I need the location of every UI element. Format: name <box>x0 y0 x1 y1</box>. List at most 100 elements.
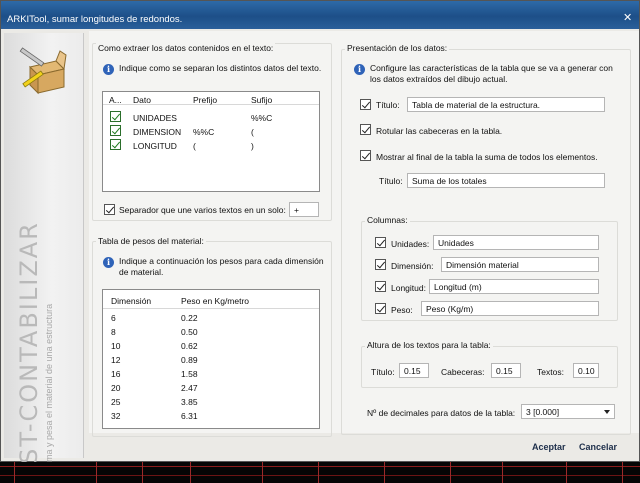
altura-group-title: Altura de los textos para la tabla: <box>365 340 493 350</box>
info-icon: i <box>103 64 114 75</box>
weights-table-header: Dimensión Peso en Kg/metro <box>103 290 319 309</box>
table-cell[interactable]: 2.47 <box>181 383 198 393</box>
titulo-label: Título: <box>376 100 400 110</box>
altura-cabeceras-input[interactable]: 0.15 <box>491 363 521 378</box>
unidades-label: Unidades: <box>391 239 430 249</box>
table-cell[interactable]: 6.31 <box>181 411 198 421</box>
separator-input[interactable]: + <box>289 202 319 217</box>
table-cell[interactable]: 1.58 <box>181 369 198 379</box>
table-cell[interactable]: 0.22 <box>181 313 198 323</box>
extract-info: i Indique como se separan los distintos … <box>103 63 325 75</box>
mostrar-suma-label: Mostrar al final de la tabla la suma de … <box>376 152 598 162</box>
drawing-line <box>142 462 143 483</box>
table-cell[interactable]: %%C <box>193 127 214 137</box>
altura-cabeceras-label: Cabeceras: <box>441 367 485 377</box>
table-cell[interactable]: 0.89 <box>181 355 198 365</box>
altura-titulo-label: Título: <box>371 367 395 377</box>
table-cell[interactable]: 16 <box>111 369 120 379</box>
table-cell[interactable]: ( <box>251 127 254 137</box>
sidebar-brand: EST-CONTABILIZAR <box>15 221 43 481</box>
weights-info: i Indique a continuación los pesos para … <box>103 256 325 278</box>
presentation-group-title: Presentación de los datos: <box>345 43 450 53</box>
column-header[interactable]: Dato <box>133 95 151 105</box>
weights-info-text: Indique a continuación los pesos para ca… <box>119 256 324 277</box>
close-icon[interactable]: ✕ <box>623 13 633 24</box>
box-tools-logo-icon <box>19 47 67 95</box>
window-title: ARKITool, sumar longitudes de redondos. <box>7 14 183 25</box>
row-enabled-checkbox[interactable] <box>110 125 121 136</box>
presentation-info-text: Configure las características de la tabl… <box>370 63 613 84</box>
table-cell[interactable]: LONGITUD <box>133 141 177 151</box>
titulo-checkbox[interactable] <box>360 99 371 110</box>
column-header[interactable]: Sufijo <box>251 95 272 105</box>
decimales-value: 3 [0.000] <box>526 407 560 417</box>
cancel-button[interactable]: Cancelar <box>579 442 617 452</box>
dimension-checkbox[interactable] <box>375 259 386 270</box>
extract-table-header: A... Dato Prefijo Sufijo <box>103 92 319 105</box>
extract-table[interactable]: A... Dato Prefijo Sufijo UNIDADES %%C DI… <box>102 91 320 192</box>
info-icon: i <box>354 64 365 75</box>
peso-checkbox[interactable] <box>375 303 386 314</box>
table-cell[interactable]: ) <box>251 141 254 151</box>
longitud-input[interactable]: Longitud (m) <box>429 279 599 294</box>
drawing-line <box>566 462 567 483</box>
unidades-input[interactable]: Unidades <box>433 235 599 250</box>
sidebar-tagline: Suma y pesa el material de una estructur… <box>44 303 54 473</box>
table-cell[interactable]: 12 <box>111 355 120 365</box>
drawing-line <box>318 462 319 483</box>
table-cell[interactable]: 25 <box>111 397 120 407</box>
altura-titulo-input[interactable]: 0.15 <box>399 363 429 378</box>
dialog-window: ARKITool, sumar longitudes de redondos. … <box>0 0 640 481</box>
row-enabled-checkbox[interactable] <box>110 111 121 122</box>
table-cell[interactable]: UNIDADES <box>133 113 177 123</box>
decimales-select[interactable]: 3 [0.000] <box>521 404 615 419</box>
column-header[interactable]: A... <box>109 95 122 105</box>
chevron-down-icon[interactable] <box>604 410 610 414</box>
drawing-line <box>14 462 15 483</box>
longitud-checkbox[interactable] <box>375 281 386 292</box>
table-cell[interactable]: 32 <box>111 411 120 421</box>
table-cell[interactable]: DIMENSION <box>133 127 181 137</box>
table-cell[interactable]: 6 <box>111 313 116 323</box>
table-cell[interactable]: %%C <box>251 113 272 123</box>
altura-textos-input[interactable]: 0.10 <box>573 363 599 378</box>
unidades-checkbox[interactable] <box>375 237 386 248</box>
rotular-checkbox[interactable] <box>360 124 371 135</box>
table-cell[interactable]: 3.85 <box>181 397 198 407</box>
drawing-line <box>384 462 385 483</box>
table-cell[interactable]: ( <box>193 141 196 151</box>
dimension-input[interactable]: Dimensión material <box>441 257 599 272</box>
table-cell[interactable]: 8 <box>111 327 116 337</box>
sidebar-banner: EST-CONTABILIZAR Suma y pesa el material… <box>4 33 84 481</box>
drawing-line <box>96 462 97 483</box>
drawing-line <box>622 462 623 483</box>
column-header[interactable]: Peso en Kg/metro <box>181 296 249 306</box>
weights-group-title: Tabla de pesos del material: <box>96 236 206 246</box>
row-enabled-checkbox[interactable] <box>110 139 121 150</box>
drawing-line <box>502 462 503 483</box>
rotular-label: Rotular las cabeceras en la tabla. <box>376 126 503 136</box>
table-cell[interactable]: 10 <box>111 341 120 351</box>
drawing-line <box>450 462 451 483</box>
extract-group-title: Como extraer los datos contenidos en el … <box>96 43 276 53</box>
title-bar: ARKITool, sumar longitudes de redondos. … <box>1 1 639 29</box>
peso-label: Peso: <box>391 305 413 315</box>
column-header[interactable]: Dimensión <box>111 296 151 306</box>
altura-textos-label: Textos: <box>537 367 564 377</box>
cad-drawing-strip <box>0 462 640 483</box>
mostrar-suma-checkbox[interactable] <box>360 150 371 161</box>
titulo-input[interactable]: Tabla de material de la estructura. <box>407 97 605 112</box>
accept-button[interactable]: Aceptar <box>532 442 566 452</box>
table-cell[interactable]: 0.62 <box>181 341 198 351</box>
table-cell[interactable]: 20 <box>111 383 120 393</box>
separator-label: Separador que une varios textos en un so… <box>119 205 286 215</box>
longitud-label: Longitud: <box>391 283 426 293</box>
table-cell[interactable]: 0.50 <box>181 327 198 337</box>
separator-checkbox[interactable] <box>104 204 115 215</box>
drawing-line <box>190 462 191 483</box>
weights-table[interactable]: Dimensión Peso en Kg/metro 6 0.22 8 0.50… <box>102 289 320 429</box>
column-header[interactable]: Prefijo <box>193 95 217 105</box>
peso-input[interactable]: Peso (Kg/m) <box>421 301 599 316</box>
totals-title-input[interactable]: Suma de los totales <box>407 173 605 188</box>
main-panel: Como extraer los datos contenidos en el … <box>89 31 639 437</box>
